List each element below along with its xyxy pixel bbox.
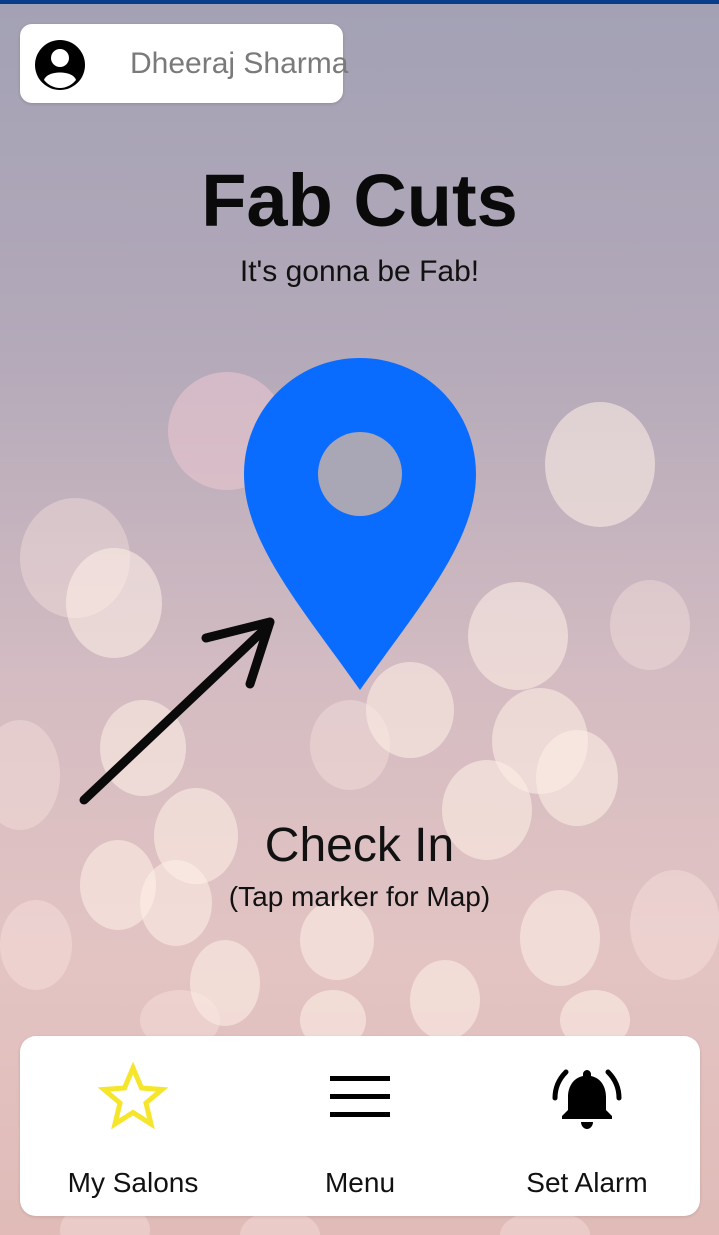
checkin-label[interactable]: Check In <box>0 818 719 874</box>
nav-label-set-alarm: Set Alarm <box>526 1167 648 1198</box>
bottom-nav: My Salons Menu Set Alarm <box>20 1036 700 1216</box>
nav-label-menu: Menu <box>324 1167 396 1198</box>
status-accent-bar <box>0 0 719 4</box>
star-outline-icon <box>98 1062 168 1130</box>
account-circle-icon <box>35 40 85 90</box>
app-tagline: It's gonna be Fab! <box>239 255 480 288</box>
map-hint: (Tap marker for Map) <box>228 881 491 912</box>
nav-menu[interactable]: Menu <box>247 1036 473 1216</box>
menu-icon <box>330 1076 390 1117</box>
bell-ringing-icon <box>552 1069 622 1129</box>
arrow-up-right-icon <box>79 617 275 805</box>
nav-my-salons[interactable]: My Salons <box>20 1036 246 1216</box>
nav-label-my-salons: My Salons <box>67 1167 199 1198</box>
app-title: Fab Cuts <box>201 159 518 242</box>
user-name: Dheeraj Sharma <box>130 47 349 80</box>
user-profile-chip[interactable]: Dheeraj Sharma <box>20 24 348 103</box>
nav-set-alarm[interactable]: Set Alarm <box>474 1036 700 1216</box>
